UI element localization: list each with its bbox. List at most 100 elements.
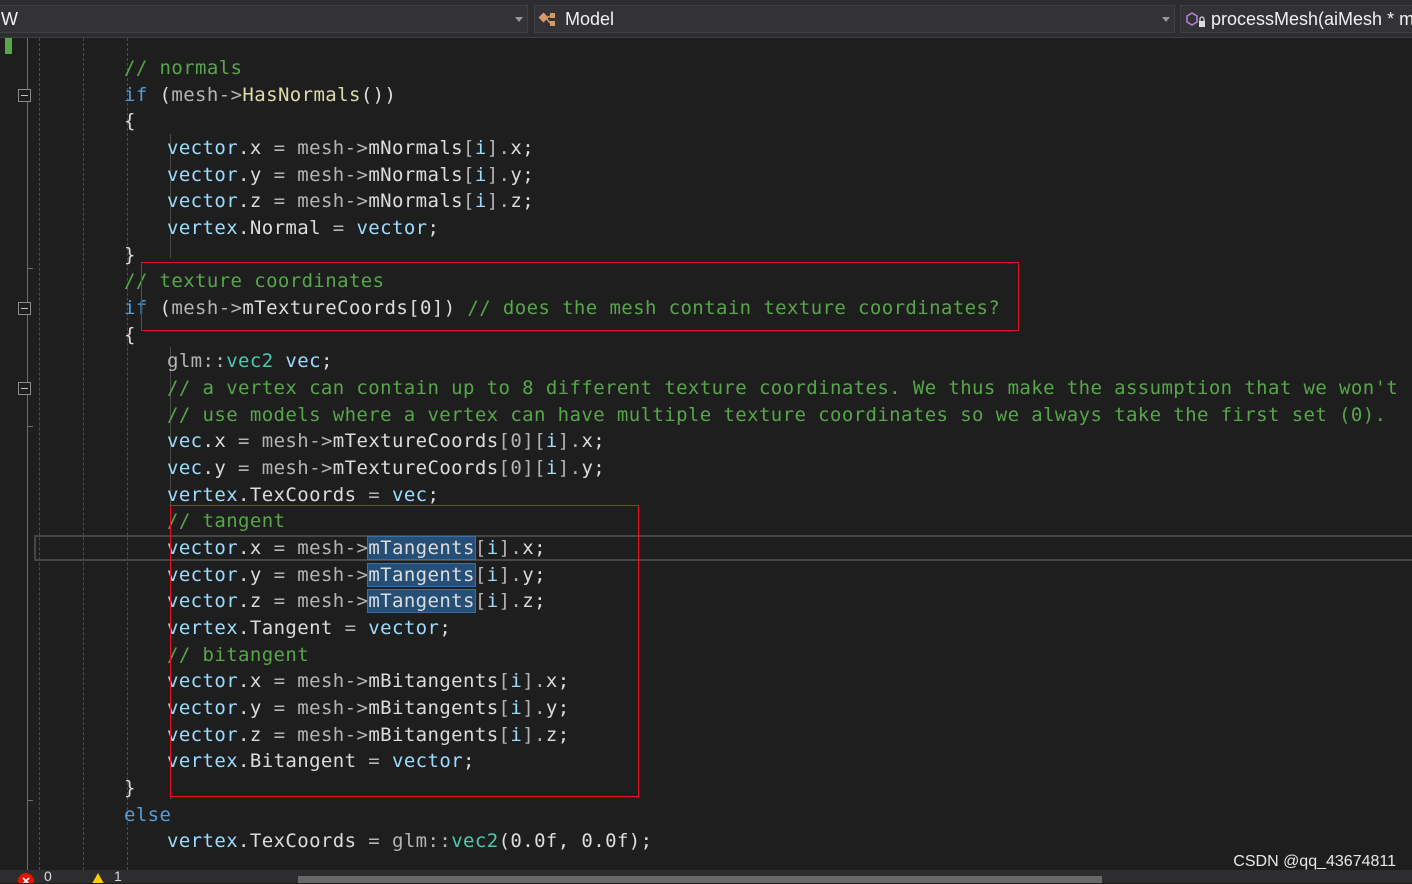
code-token: mesh (297, 137, 345, 159)
code-line[interactable]: { (124, 322, 136, 348)
code-token: . (238, 137, 250, 159)
code-token: vertex (167, 217, 239, 240)
code-token: = (261, 137, 298, 159)
outline-line (27, 38, 28, 870)
warning-count: 1 (114, 868, 122, 884)
code-token: [ (463, 163, 475, 186)
code-token: [ (463, 190, 475, 213)
code-token: -> (344, 137, 369, 159)
code-token: vec2 (226, 350, 274, 373)
code-line[interactable]: glm::vec2 vec; (167, 348, 333, 374)
code-token: -> (218, 83, 243, 106)
code-token: x (214, 430, 227, 453)
code-token: i (545, 457, 558, 480)
watermark: CSDN @qq_43674811 (1233, 853, 1396, 870)
code-line[interactable]: vertex.Normal = vector; (167, 215, 439, 241)
code-token: . (202, 457, 215, 480)
code-token: else (124, 803, 172, 826)
navigation-bar: W Model processMesh(aiMesh * m (0, 0, 1412, 38)
code-token: x (581, 430, 594, 453)
code-token: vec (285, 350, 321, 373)
code-line[interactable]: vec.x = mesh->mTextureCoords[0][i].x; (167, 428, 605, 454)
code-token: // normals (124, 57, 243, 79)
code-token: [0][ (498, 430, 546, 453)
warning-icon[interactable] (88, 872, 108, 883)
class-dropdown[interactable]: Model (534, 5, 1175, 33)
code-token: mesh (297, 163, 345, 186)
code-token: mTextureCoords (332, 430, 499, 453)
code-token: . (238, 217, 250, 240)
code-token: if (124, 83, 148, 106)
class-dropdown-label: Model (565, 9, 615, 29)
code-token: i (545, 430, 558, 453)
code-token: ; (427, 217, 440, 240)
code-line[interactable]: vector.y = mesh->mNormals[i].y; (167, 162, 534, 188)
code-line[interactable]: if (mesh->HasNormals()) (124, 82, 396, 108)
collapse-icon[interactable] (18, 382, 31, 395)
code-token: ; (522, 137, 535, 159)
member-dropdown[interactable]: processMesh(aiMesh * m (1180, 5, 1412, 33)
code-token: y (214, 457, 227, 480)
code-line[interactable]: vertex.TexCoords = vec; (167, 482, 439, 508)
code-token: Normal (249, 217, 321, 240)
code-token: z (510, 190, 523, 213)
collapse-icon[interactable] (18, 302, 31, 315)
code-token: (0.0f, 0.0f); (498, 830, 653, 853)
code-token: x (249, 137, 262, 159)
code-token: -> (309, 457, 333, 480)
code-token: = (261, 163, 298, 186)
annotation-box-tangent-bitangent (170, 505, 639, 797)
code-token: . (238, 483, 250, 506)
code-token: ; (522, 163, 535, 186)
code-token: // use models where a vertex can have mu… (167, 403, 1387, 426)
code-token: mNormals (368, 163, 464, 186)
code-token: mesh (261, 430, 310, 453)
code-token: = (320, 217, 357, 240)
code-token: -> (344, 190, 369, 213)
error-icon[interactable] (17, 872, 37, 883)
code-token: ]. (486, 163, 511, 186)
code-editor[interactable]: // normals if (mesh->HasNormals()){vector… (0, 38, 1412, 870)
code-token: glm (167, 350, 203, 373)
code-token: z (249, 190, 262, 213)
code-token: ; (593, 430, 606, 453)
code-token: :: (427, 830, 452, 853)
code-token: [0][ (498, 457, 546, 480)
code-token: vec (391, 483, 428, 506)
code-line[interactable]: vector.x = mesh->mNormals[i].x; (167, 135, 534, 161)
horizontal-scrollbar[interactable] (298, 876, 1102, 883)
code-token: i (474, 163, 487, 186)
code-token: . (238, 830, 250, 853)
code-line[interactable]: } (124, 775, 136, 801)
code-token: ; (522, 190, 535, 213)
code-line[interactable]: } (124, 242, 136, 268)
code-token: vec (167, 457, 203, 480)
code-token: mNormals (368, 190, 464, 213)
code-token: glm (391, 830, 428, 853)
collapse-icon[interactable] (18, 89, 31, 102)
code-token: } (124, 777, 136, 800)
code-line[interactable]: vertex.TexCoords = glm::vec2(0.0f, 0.0f)… (167, 828, 652, 854)
code-line[interactable]: // a vertex can contain up to 8 differen… (167, 375, 1398, 401)
outline-tick (27, 426, 33, 427)
code-token: ( (147, 83, 172, 106)
code-line[interactable]: // normals (124, 55, 242, 81)
code-token: = (261, 190, 298, 213)
code-token: vertex (167, 483, 239, 506)
code-token: ; (320, 350, 333, 373)
project-dropdown[interactable]: W (0, 5, 528, 33)
code-token: mesh (297, 190, 345, 213)
code-line[interactable]: { (124, 108, 136, 134)
code-token: -> (344, 163, 369, 186)
code-line[interactable]: vector.z = mesh->mNormals[i].z; (167, 188, 534, 214)
code-line[interactable]: vec.y = mesh->mTextureCoords[0][i].y; (167, 455, 605, 481)
code-token: ]. (486, 190, 511, 213)
outline-tick (27, 800, 33, 801)
code-line[interactable]: // use models where a vertex can have mu… (167, 402, 1386, 428)
code-token: vector (167, 163, 239, 186)
code-token: . (238, 163, 250, 186)
code-token: vec2 (451, 830, 499, 853)
code-token: . (202, 430, 215, 453)
code-token: ]. (486, 137, 511, 159)
code-line[interactable]: else (124, 802, 171, 828)
